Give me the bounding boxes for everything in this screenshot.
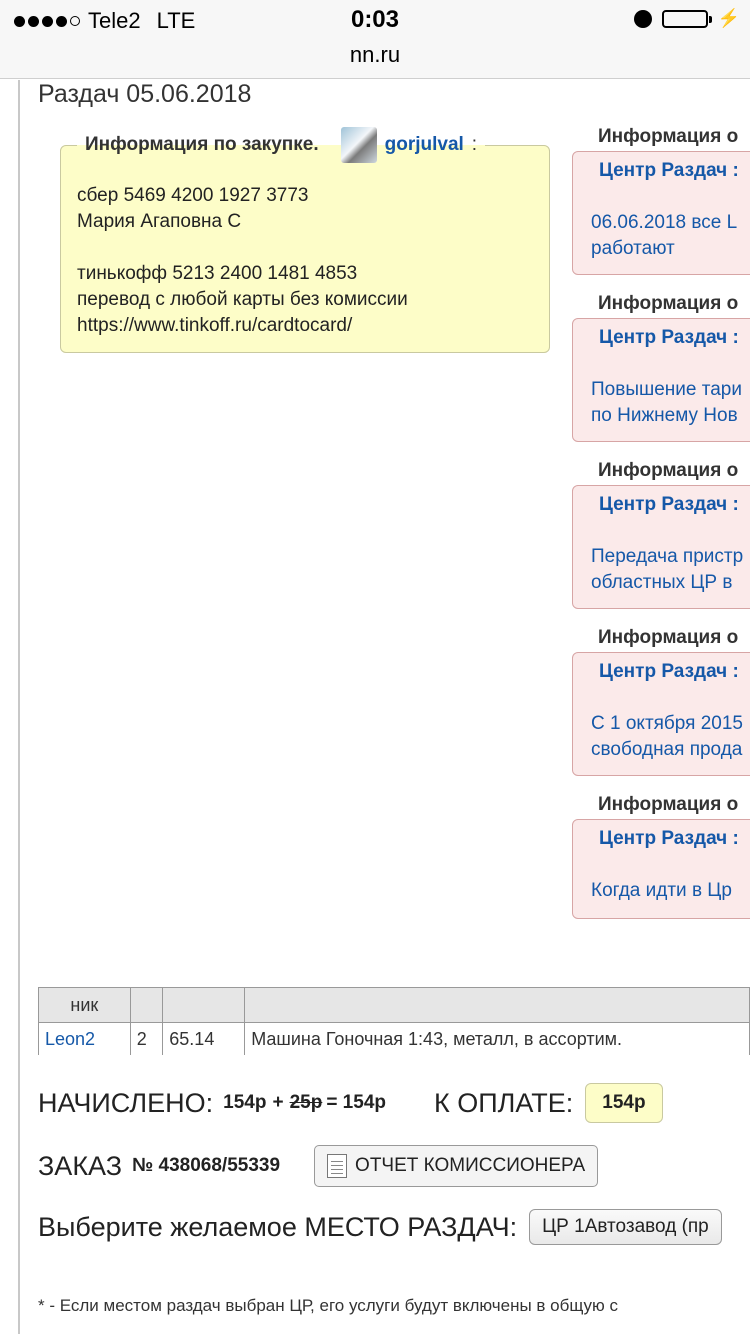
charging-icon: ⚡ [717,8,740,28]
info-line: перевод с любой карты без комиссии [77,289,408,310]
column-header-nick: ник [38,987,131,1023]
info-line [77,235,533,261]
total-amount: = 154р [326,1092,386,1113]
info-source-link[interactable]: Центр Раздач : [599,828,739,850]
purchase-info-text: сбер 5469 4200 1927 3773 Мария Агаповна … [77,183,533,339]
table-header-row: ник [38,987,750,1023]
pickup-label: Выберите желаемое МЕСТО РАЗДАЧ: [38,1211,518,1242]
user-link[interactable]: Leon2 [45,1029,95,1049]
charge-summary: НАЧИСЛЕНО: 154р + 25р = 154р К ОПЛАТЕ: 1… [38,1083,663,1123]
order-label: ЗАКАЗ [38,1150,123,1181]
fee-amount: 25р [289,1092,323,1113]
info-message-line[interactable]: свободная прода [591,737,743,763]
right-info-box: Центр Раздач : Передача пристр областных… [572,485,750,609]
info-source-link[interactable]: Центр Раздач : [599,494,739,516]
status-bar: Tele2 LTE 0:03 ⚡ [0,0,750,40]
legend-colon: : [471,134,478,155]
info-message-link[interactable]: 06.06.2018 все L работают [591,210,737,262]
table-row: Leon2 2 65.14 Машина Гоночная 1:43, мета… [38,1022,750,1055]
cell-item: Машина Гоночная 1:43, металл, в ассортим… [244,1022,750,1055]
battery-icon [661,9,712,28]
right-info-heading: Информация о [598,293,739,314]
plus-sign: + [272,1092,284,1113]
charged-amount: 154р [223,1092,267,1113]
url-domain[interactable]: nn.ru [350,42,400,67]
info-line: Мария Агаповна С [77,211,242,232]
right-info-box: Центр Раздач : Когда идти в Цр [572,819,750,919]
document-icon [327,1154,348,1178]
cell-nick[interactable]: Leon2 [38,1022,131,1055]
info-source-link[interactable]: Центр Раздач : [599,661,739,683]
alarm-icon [633,9,652,28]
info-message-link[interactable]: Передача пристр областных ЦР в [591,544,743,596]
info-message-line[interactable]: С 1 октября 2015 [591,711,743,737]
info-message-link[interactable]: Повышение тари по Нижнему Нов [591,377,742,429]
charged-label: НАЧИСЛЕНО: [38,1087,214,1118]
info-message-link[interactable]: Когда идти в Цр [591,878,732,904]
cell-qty: 2 [129,1022,164,1055]
to-pay-amount: 154р [585,1083,663,1123]
info-source-link[interactable]: Центр Раздач : [599,160,739,182]
right-info-heading: Информация о [598,460,739,481]
right-info-box: Центр Раздач : С 1 октября 2015 свободна… [572,652,750,776]
right-info-heading: Информация о [598,126,739,147]
right-info-heading: Информация о [598,627,739,648]
pickup-select[interactable]: ЦР 1Автозавод (пр [529,1209,722,1245]
info-message-line[interactable]: Повышение тари [591,377,742,403]
to-pay-label: К ОПЛАТЕ: [434,1087,574,1118]
status-icons: ⚡ [633,8,740,29]
info-message-line[interactable]: областных ЦР в [591,570,743,596]
right-info-heading: Информация о [598,794,739,815]
orders-table: ник Leon2 2 65.14 Машина Гоночная 1:43, … [38,987,750,1055]
report-button-label: ОТЧЕТ КОМИССИОНЕРА [355,1155,586,1176]
right-info-box: Центр Раздач : 06.06.2018 все L работают [572,151,750,275]
cell-price: 65.14 [162,1022,246,1055]
right-info-box: Центр Раздач : Повышение тари по Нижнему… [572,318,750,442]
info-message-line[interactable]: Когда идти в Цр [591,878,732,904]
pickup-line: Выберите желаемое МЕСТО РАЗДАЧ: ЦР 1Авто… [38,1209,722,1245]
purchase-info-label: Информация по закупке. [85,134,319,155]
column-header [244,987,750,1023]
column-header [162,987,246,1023]
commission-report-button[interactable]: ОТЧЕТ КОМИССИОНЕРА [314,1145,599,1187]
info-message-line[interactable]: Передача пристр [591,544,743,570]
order-line: ЗАКАЗ № 438068/55339 ОТЧЕТ КОМИССИОНЕРА [38,1145,599,1187]
purchase-info-legend: Информация по закупке. gorjulval : [77,127,485,163]
page-title: Раздач 05.06.2018 [38,80,252,108]
info-line: сбер 5469 4200 1927 3773 [77,185,309,206]
order-number: № 438068/55339 [132,1155,281,1176]
info-message-line[interactable]: 06.06.2018 все L [591,210,737,236]
info-source-link[interactable]: Центр Раздач : [599,327,739,349]
info-message-line[interactable]: по Нижнему Нов [591,403,742,429]
purchase-info-box: Информация по закупке. gorjulval : сбер … [60,127,550,353]
info-message-link[interactable]: С 1 октября 2015 свободная прода [591,711,743,763]
left-divider [18,80,20,1334]
info-line: тинькофф 5213 2400 1481 4853 [77,263,358,284]
info-line: https://www.tinkoff.ru/cardtocard/ [77,315,353,336]
info-message-line[interactable]: работают [591,236,737,262]
url-bar[interactable]: nn.ru [0,40,750,79]
organizer-link[interactable]: gorjulval [385,134,464,156]
footnote: * - Если местом раздач выбран ЦР, его ус… [38,1296,619,1315]
user-avatar[interactable] [340,127,377,163]
column-header [129,987,164,1023]
